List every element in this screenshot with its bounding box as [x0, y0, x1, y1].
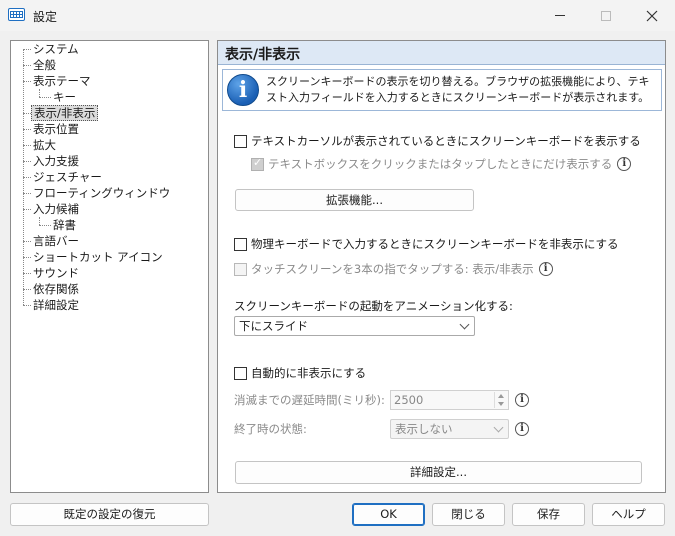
tree-item-theme[interactable]: 表示テーマ — [31, 73, 93, 89]
spin-up-icon — [498, 394, 504, 398]
chevron-down-icon — [459, 319, 470, 330]
auto-hide-label: 自動的に非表示にする — [251, 366, 367, 380]
tree-item-zoom[interactable]: 拡大 — [31, 137, 58, 153]
keyboard-icon — [8, 8, 25, 21]
tree-item-system[interactable]: システム — [31, 41, 81, 57]
extensions-button[interactable]: 拡張機能... — [235, 189, 474, 211]
help-button[interactable]: ヘルプ — [592, 503, 665, 526]
info-icon: i — [227, 74, 259, 106]
tree-item-dependencies[interactable]: 依存関係 — [31, 281, 81, 297]
close-window-button[interactable] — [629, 0, 675, 31]
settings-tree[interactable]: システム 全般 表示テーマ キー 表示/非表示 表示位置 拡大 入力支援 ジェス… — [10, 40, 209, 493]
tree-item-gestures[interactable]: ジェスチャー — [31, 169, 104, 185]
only-on-tap-checkbox — [251, 156, 264, 171]
help-icon[interactable]: i — [515, 422, 529, 436]
tree-item-dictionary[interactable]: 辞書 — [51, 217, 78, 233]
help-icon[interactable]: i — [617, 157, 632, 171]
info-box: i スクリーンキーボードの表示を切り替える。ブラウザの拡張機能により、テキスト入… — [222, 69, 662, 111]
only-on-tap-option: テキストボックスをクリックまたはタップしたときにだけ表示する i — [251, 156, 632, 172]
tree-item-keys[interactable]: キー — [51, 89, 78, 105]
help-icon[interactable]: i — [538, 262, 553, 276]
three-finger-tap-checkbox — [234, 262, 247, 276]
window-title: 設定 — [33, 10, 58, 24]
restore-defaults-button[interactable]: 既定の設定の復元 — [10, 503, 209, 526]
delay-spinbox: 2500 — [390, 390, 509, 410]
tree-connector — [39, 89, 40, 97]
animation-label: スクリーンキーボードの起動をアニメーション化する: — [234, 299, 513, 313]
spin-control — [494, 392, 507, 408]
animation-select-value: 下にスライド — [239, 319, 308, 333]
delay-value: 2500 — [394, 393, 424, 407]
show-on-text-cursor-checkbox[interactable] — [234, 134, 247, 148]
minimize-button[interactable] — [537, 0, 583, 31]
animation-select[interactable]: 下にスライド — [234, 316, 475, 336]
three-finger-tap-option: タッチスクリーンを3本の指でタップする: 表示/非表示 i — [234, 261, 553, 277]
show-on-text-cursor-option[interactable]: テキストカーソルが表示されているときにスクリーンキーボードを表示する — [234, 133, 641, 149]
advanced-button[interactable]: 詳細設定... — [235, 461, 642, 484]
end-state-label: 終了時の状態: — [234, 422, 307, 436]
end-state-select: 表示しない — [390, 419, 509, 439]
maximize-button[interactable] — [583, 0, 629, 31]
tree-item-word-suggestions[interactable]: 入力候補 — [31, 201, 81, 217]
tree-item-shortcut-icon[interactable]: ショートカット アイコン — [31, 249, 165, 265]
tree-connector — [39, 217, 40, 225]
settings-panel: 表示/非表示 i スクリーンキーボードの表示を切り替える。ブラウザの拡張機能によ… — [217, 40, 666, 493]
panel-header: 表示/非表示 — [218, 41, 665, 65]
chevron-down-icon — [493, 422, 504, 433]
close-icon — [646, 10, 658, 21]
ok-button[interactable]: OK — [352, 503, 425, 526]
tree-item-position[interactable]: 表示位置 — [31, 121, 81, 137]
minimize-icon — [555, 15, 565, 16]
close-button[interactable]: 閉じる — [432, 503, 505, 526]
maximize-icon — [601, 10, 611, 21]
show-on-text-cursor-label: テキストカーソルが表示されているときにスクリーンキーボードを表示する — [251, 134, 641, 148]
hide-on-physical-keyboard-option[interactable]: 物理キーボードで入力するときにスクリーンキーボードを非表示にする — [234, 236, 619, 252]
tree-item-typing-assist[interactable]: 入力支援 — [31, 153, 81, 169]
tree-item-language-bar[interactable]: 言語バー — [31, 233, 81, 249]
spin-down-icon — [498, 402, 504, 406]
hide-on-physical-keyboard-checkbox[interactable] — [234, 237, 247, 251]
info-text: スクリーンキーボードの表示を切り替える。ブラウザの拡張機能により、テキスト入力フ… — [266, 75, 650, 104]
auto-hide-checkbox[interactable] — [234, 366, 247, 380]
title-bar: 設定 — [0, 0, 675, 31]
panel-title: 表示/非表示 — [225, 47, 301, 63]
tree-item-floating-window[interactable]: フローティングウィンドウ — [31, 185, 172, 201]
only-on-tap-label: テキストボックスをクリックまたはタップしたときにだけ表示する — [268, 157, 613, 171]
end-state-value: 表示しない — [395, 422, 453, 436]
hide-on-physical-keyboard-label: 物理キーボードで入力するときにスクリーンキーボードを非表示にする — [251, 237, 619, 251]
tree-item-general[interactable]: 全般 — [31, 57, 58, 73]
save-button[interactable]: 保存 — [512, 503, 585, 526]
tree-item-advanced[interactable]: 詳細設定 — [31, 297, 81, 313]
tree-item-show-hide[interactable]: 表示/非表示 — [31, 105, 99, 121]
three-finger-tap-label: タッチスクリーンを3本の指でタップする: 表示/非表示 — [251, 262, 534, 276]
auto-hide-option[interactable]: 自動的に非表示にする — [234, 365, 366, 381]
delay-label: 消滅までの遅延時間(ミリ秒): — [234, 393, 385, 407]
tree-item-sound[interactable]: サウンド — [31, 265, 81, 281]
help-icon[interactable]: i — [515, 393, 529, 407]
